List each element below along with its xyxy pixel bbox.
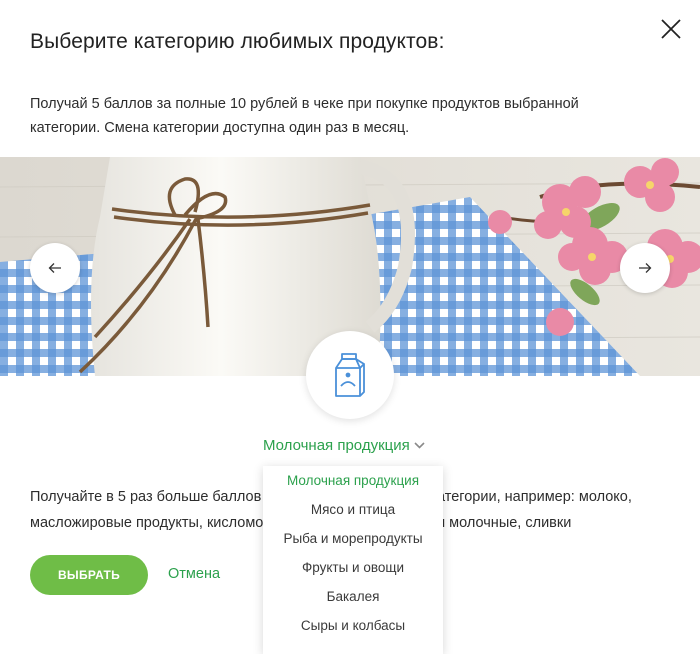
arrow-left-icon: [48, 263, 61, 273]
dropdown-option[interactable]: Рыба и морепродукты: [263, 524, 443, 553]
dropdown-option[interactable]: Сыры и колбасы: [263, 611, 443, 640]
dialog-description: Получай 5 баллов за полные 10 рублей в ч…: [30, 96, 579, 136]
prev-category-button[interactable]: [30, 243, 80, 293]
category-select-value: Молочная продукция: [263, 437, 410, 454]
category-icon-badge: [306, 331, 394, 419]
milk-carton-icon: [335, 353, 365, 397]
next-category-button[interactable]: [620, 243, 670, 293]
arrow-right-icon: [639, 263, 652, 273]
dropdown-option[interactable]: Мясо и птица: [263, 495, 443, 524]
category-select[interactable]: Молочная продукция: [263, 437, 425, 454]
category-dropdown: Молочная продукция Мясо и птица Рыба и мор…: [263, 466, 443, 654]
close-button[interactable]: [658, 16, 684, 42]
dialog-title: Выберите категорию любимых продуктов:: [30, 30, 445, 53]
dropdown-option[interactable]: Бакалея: [263, 582, 443, 611]
dropdown-option[interactable]: Молочная продукция: [263, 466, 443, 495]
choose-button[interactable]: ВЫБРАТЬ: [30, 555, 148, 595]
chevron-down-icon: [414, 442, 425, 449]
close-icon: [661, 19, 681, 39]
dropdown-option[interactable]: Фрукты и овощи: [263, 553, 443, 582]
category-dialog: Выберите категорию любимых продуктов: По…: [0, 0, 700, 654]
cancel-link[interactable]: Отмена: [168, 566, 220, 582]
